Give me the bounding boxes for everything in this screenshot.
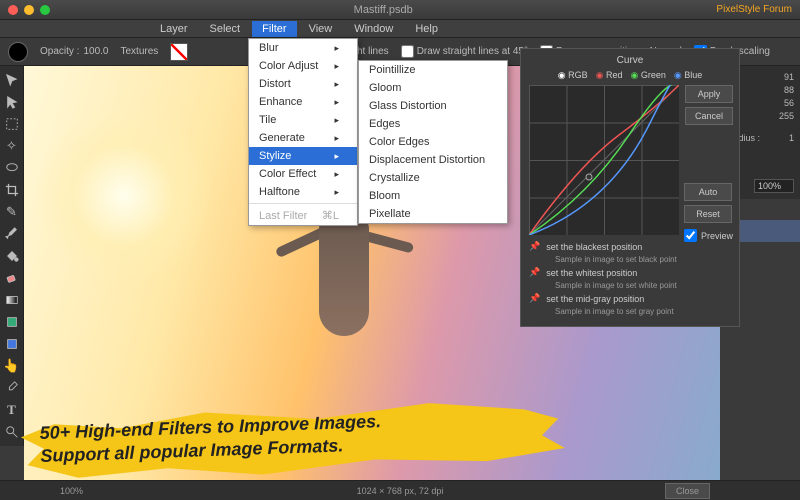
filter-enhance[interactable]: Enhance <box>249 93 357 111</box>
stylize-glass-distortion[interactable]: Glass Distortion <box>359 97 507 115</box>
info-g-value: 88 <box>784 85 794 95</box>
stylize-crystallize[interactable]: Crystallize <box>359 169 507 187</box>
straight-45-checkbox[interactable]: Draw straight lines at 45° <box>401 45 528 58</box>
zoom-window-icon[interactable] <box>40 5 50 15</box>
eraser-tool-icon[interactable] <box>2 268 22 288</box>
lasso-tool-icon[interactable] <box>2 158 22 178</box>
stylize-edges[interactable]: Edges <box>359 115 507 133</box>
smudge-tool-icon[interactable]: 👆 <box>2 356 22 376</box>
reset-button[interactable]: Reset <box>684 205 732 223</box>
gradient-tool-icon[interactable] <box>2 290 22 310</box>
curves-dialog: Curve RGB Red Green Blue Apply Cancel Au… <box>520 48 740 327</box>
info-r-value: 91 <box>784 72 794 82</box>
opacity-group: Opacity : 100.0 <box>40 46 109 57</box>
wand-tool-icon[interactable]: ✧ <box>2 136 22 156</box>
status-bar: 100% 1024 × 768 px, 72 dpi Close <box>0 480 800 500</box>
filter-blur[interactable]: Blur <box>249 39 357 57</box>
status-dimensions: 1024 × 768 px, 72 dpi <box>357 486 444 496</box>
menu-window[interactable]: Window <box>344 21 403 37</box>
promo-banner: 50+ High-end Filters to Improve Images. … <box>10 400 570 480</box>
stylize-gloom[interactable]: Gloom <box>359 79 507 97</box>
textures-toggle[interactable]: Textures <box>121 46 159 57</box>
move-tool-icon[interactable] <box>2 70 22 90</box>
menu-select[interactable]: Select <box>200 21 251 37</box>
crop-tool-icon[interactable] <box>2 180 22 200</box>
color-tool-icon[interactable] <box>2 334 22 354</box>
curves-title: Curve <box>529 55 731 66</box>
eyedropper-tool-icon[interactable] <box>2 378 22 398</box>
info-b-value: 56 <box>784 98 794 108</box>
tool-palette: ✧ ✎ 👆 T <box>0 66 24 446</box>
eyedropper-icon: 📌 <box>529 293 540 304</box>
titlebar: Mastiff.psdb PixelStyle Forum <box>0 0 800 20</box>
stylize-pointillize[interactable]: Pointillize <box>359 61 507 79</box>
filter-menu-dropdown: Blur Color Adjust Distort Enhance Tile G… <box>248 38 358 226</box>
stylize-pixellate[interactable]: Pixellate <box>359 205 507 223</box>
auto-button[interactable]: Auto <box>684 183 732 201</box>
opacity-label: Opacity : <box>40 46 79 57</box>
sidebar-zoom-input[interactable] <box>754 179 794 193</box>
window-controls <box>8 5 50 15</box>
stylize-displacement[interactable]: Displacement Distortion <box>359 151 507 169</box>
cancel-button[interactable]: Cancel <box>685 107 733 125</box>
channel-red[interactable]: Red <box>596 70 623 81</box>
document-title: Mastiff.psdb <box>50 4 716 16</box>
radius-value[interactable]: 1 <box>789 133 794 143</box>
brush-preview-icon[interactable] <box>8 42 28 62</box>
brush-tool-icon[interactable] <box>2 224 22 244</box>
filter-tile[interactable]: Tile <box>249 111 357 129</box>
menu-view[interactable]: View <box>299 21 343 37</box>
channel-green[interactable]: Green <box>631 70 666 81</box>
filter-stylize[interactable]: Stylize <box>249 147 357 165</box>
apply-button[interactable]: Apply <box>685 85 733 103</box>
close-window-icon[interactable] <box>8 5 18 15</box>
filter-last-filter: Last Filter⌘L <box>249 206 357 225</box>
filter-halftone[interactable]: Halftone <box>249 183 357 201</box>
channel-blue[interactable]: Blue <box>674 70 702 81</box>
filter-color-effect[interactable]: Color Effect <box>249 165 357 183</box>
black-point-picker[interactable]: 📌set the blackest position <box>529 241 731 252</box>
curve-graph[interactable] <box>529 85 679 235</box>
minimize-window-icon[interactable] <box>24 5 34 15</box>
eyedropper-icon: 📌 <box>529 267 540 278</box>
arrow-tool-icon[interactable] <box>2 92 22 112</box>
pen-tool-icon[interactable]: ✎ <box>2 202 22 222</box>
menu-bar: Layer Select Filter View Window Help <box>0 20 800 38</box>
forum-link[interactable]: PixelStyle Forum <box>716 4 792 15</box>
fill-tool-icon[interactable] <box>2 246 22 266</box>
shape-tool-icon[interactable] <box>2 312 22 332</box>
filter-generate[interactable]: Generate <box>249 129 357 147</box>
no-texture-icon[interactable] <box>170 43 188 61</box>
info-a-value: 255 <box>779 111 794 121</box>
menu-help[interactable]: Help <box>405 21 448 37</box>
status-close-button[interactable]: Close <box>665 483 710 499</box>
menu-layer[interactable]: Layer <box>150 21 198 37</box>
filter-distort[interactable]: Distort <box>249 75 357 93</box>
stylize-bloom[interactable]: Bloom <box>359 187 507 205</box>
channel-picker: RGB Red Green Blue <box>529 70 731 81</box>
stylize-color-edges[interactable]: Color Edges <box>359 133 507 151</box>
gray-point-picker[interactable]: 📌set the mid-gray position <box>529 293 731 304</box>
eyedropper-icon: 📌 <box>529 241 540 252</box>
canvas-image-sun <box>34 106 214 286</box>
preview-checkbox[interactable]: Preview <box>684 229 733 242</box>
marquee-tool-icon[interactable] <box>2 114 22 134</box>
opacity-value[interactable]: 100.0 <box>83 46 108 57</box>
filter-color-adjust[interactable]: Color Adjust <box>249 57 357 75</box>
menu-filter[interactable]: Filter <box>252 21 296 37</box>
stylize-submenu: Pointillize Gloom Glass Distortion Edges… <box>358 60 508 224</box>
channel-rgb[interactable]: RGB <box>558 70 588 81</box>
status-zoom[interactable]: 100% <box>60 486 83 496</box>
white-point-picker[interactable]: 📌set the whitest position <box>529 267 731 278</box>
